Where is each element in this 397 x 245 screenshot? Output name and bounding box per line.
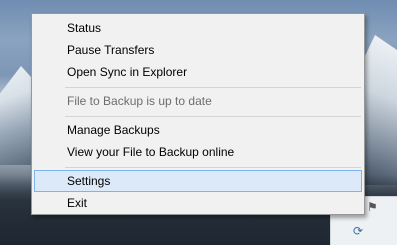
menu-item-open-sync-in-explorer[interactable]: Open Sync in Explorer [34, 61, 362, 83]
menu-item-label: Manage Backups [67, 123, 160, 137]
menu-item-settings[interactable]: Settings [34, 170, 362, 192]
tray-context-menu: Status Pause Transfers Open Sync in Expl… [31, 13, 365, 215]
menu-item-view-online[interactable]: View your File to Backup online [34, 141, 362, 163]
menu-item-label: View your File to Backup online [67, 145, 235, 159]
sync-icon[interactable]: ⟳ [353, 225, 363, 237]
menu-item-label: Open Sync in Explorer [67, 65, 188, 79]
menu-item-exit[interactable]: Exit [34, 192, 362, 214]
menu-item-label: Settings [67, 174, 111, 188]
menu-item-backup-status: File to Backup is up to date [34, 90, 362, 112]
menu-separator [65, 116, 361, 117]
menu-item-label: Exit [67, 196, 88, 210]
menu-item-pause-transfers[interactable]: Pause Transfers [34, 39, 362, 61]
menu-item-label: File to Backup is up to date [67, 94, 212, 108]
menu-separator [65, 87, 361, 88]
menu-item-label: Status [67, 21, 102, 35]
menu-item-manage-backups[interactable]: Manage Backups [34, 119, 362, 141]
menu-item-label: Pause Transfers [67, 43, 155, 57]
menu-separator [65, 167, 361, 168]
menu-item-status[interactable]: Status [34, 17, 362, 39]
flag-icon[interactable]: ⚑ [367, 201, 378, 213]
